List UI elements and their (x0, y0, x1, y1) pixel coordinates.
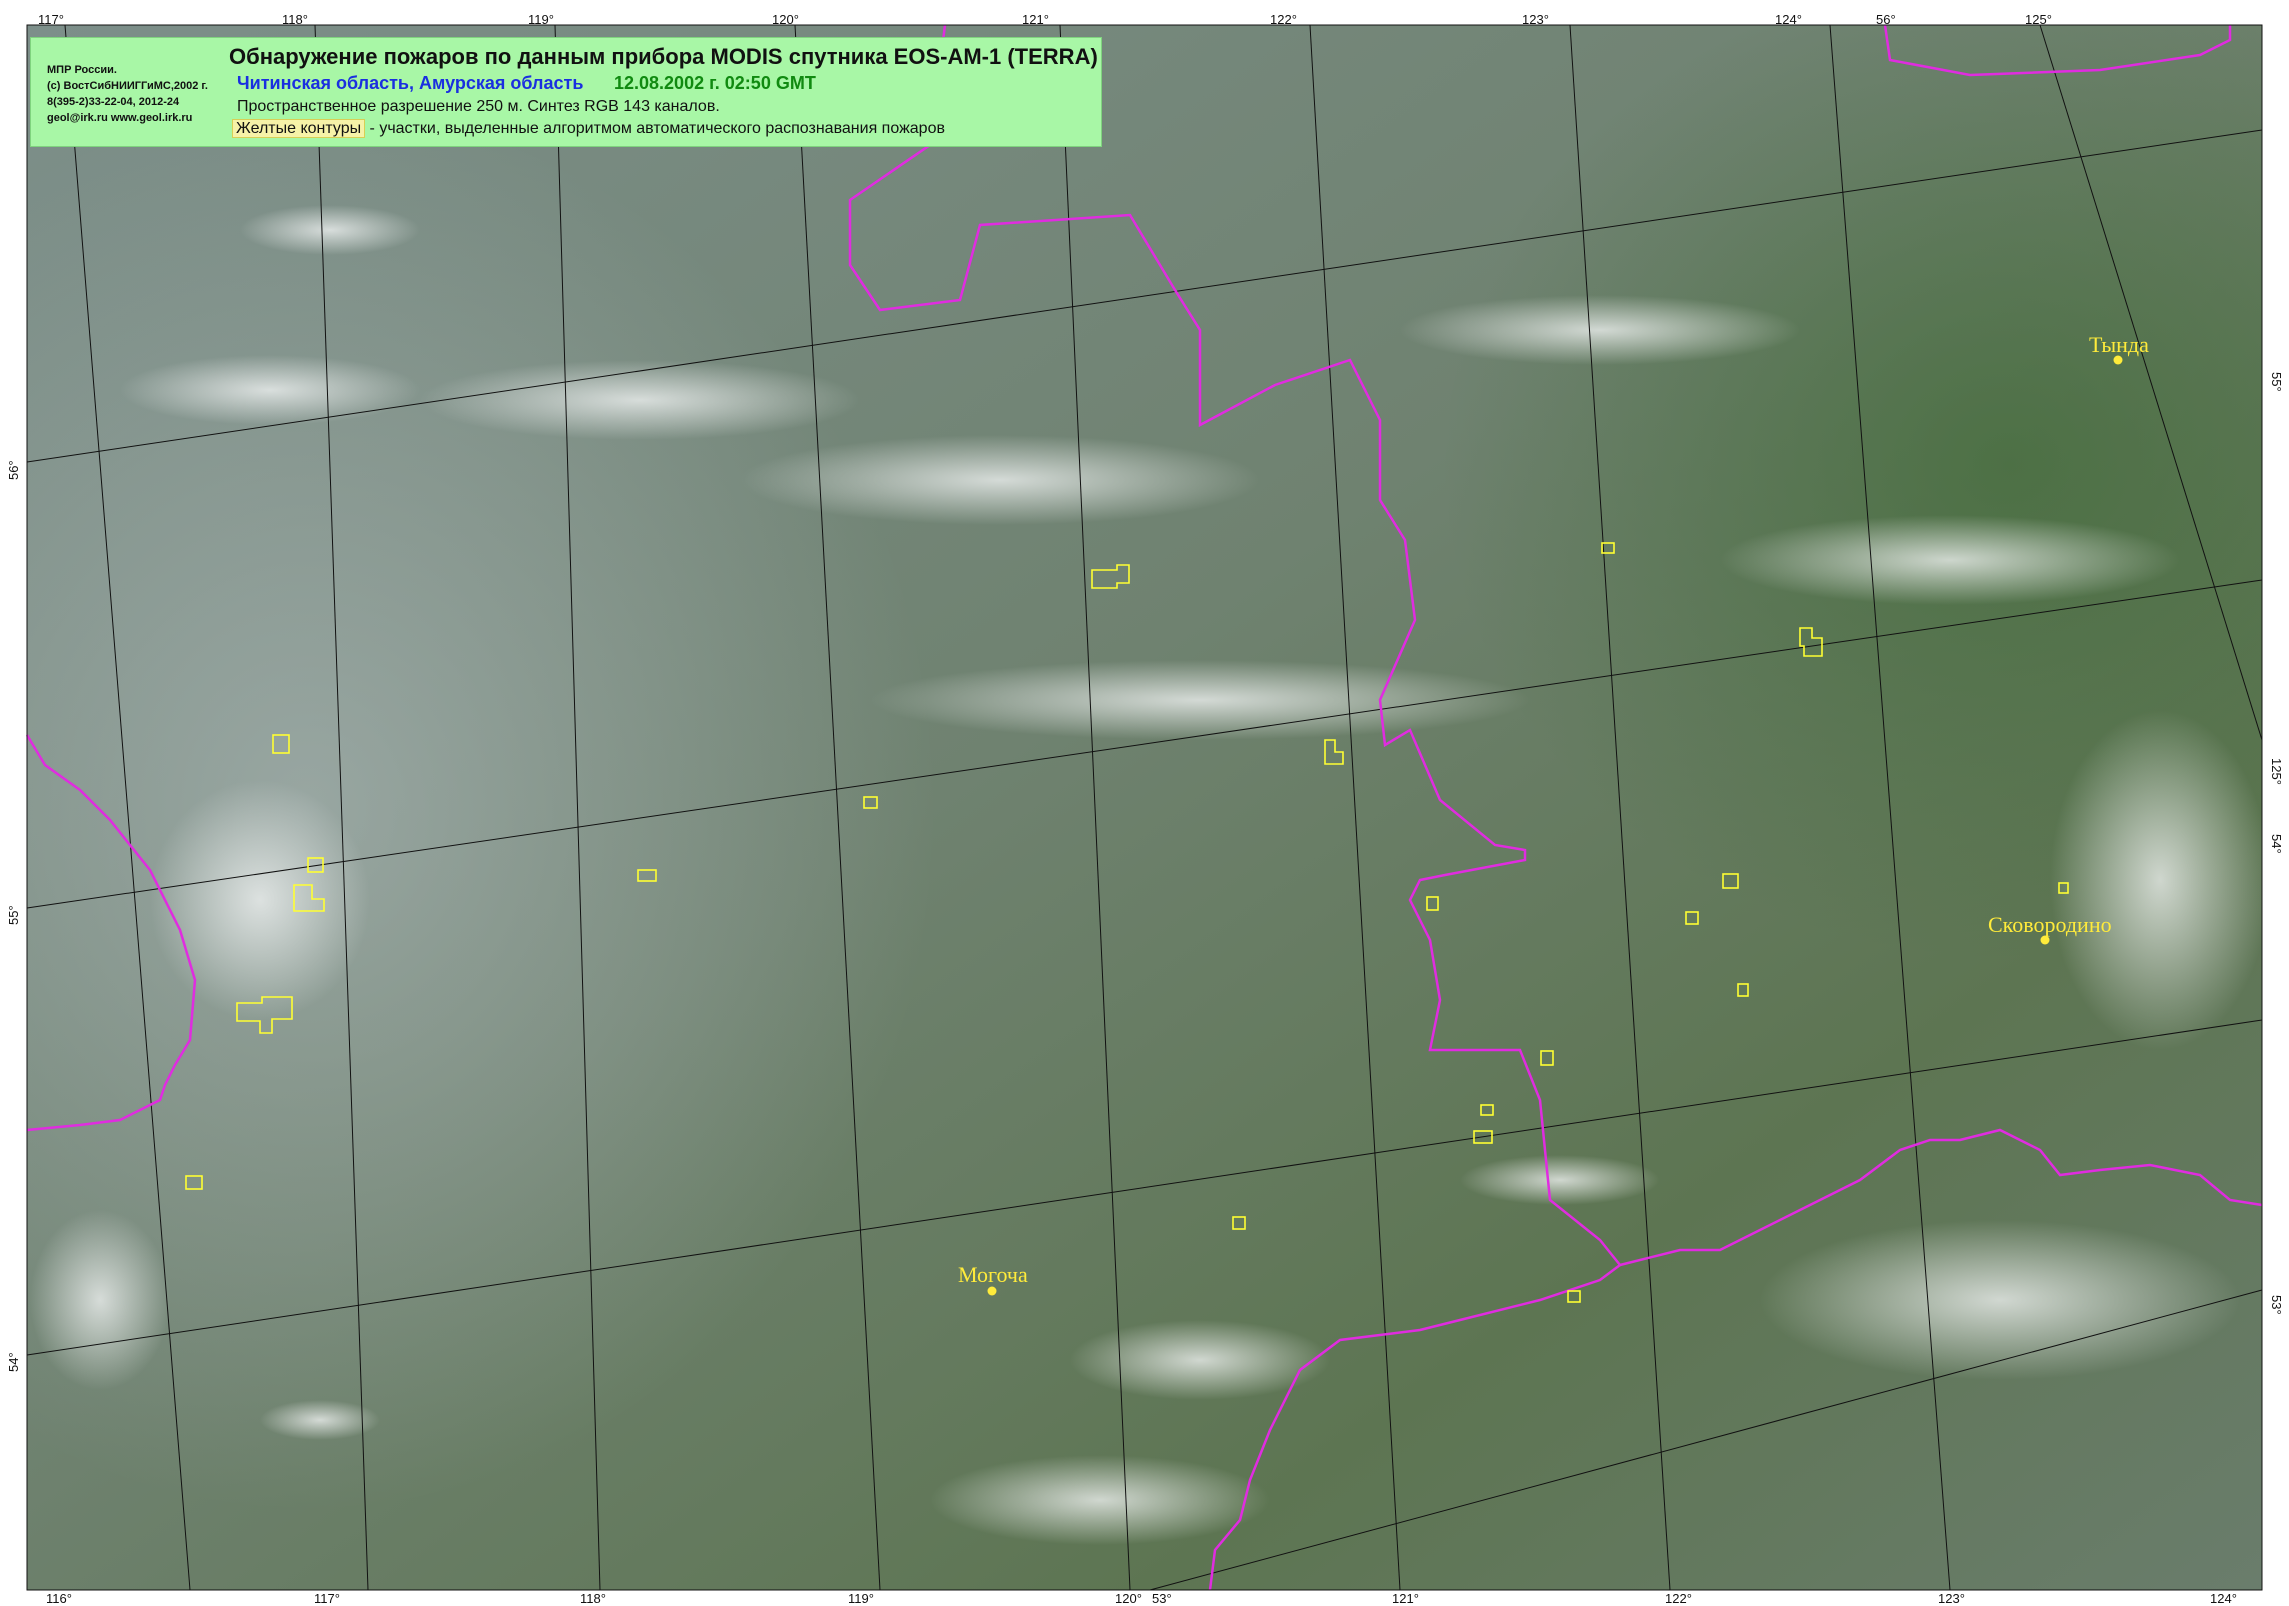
legend-title: Обнаружение пожаров по данным прибора MO… (229, 44, 1098, 69)
tick-left-55: 55° (6, 905, 21, 925)
town-mogocha: Могоча (958, 1262, 1028, 1287)
legend-contours: Желтые контуры - участки, выделенные алг… (232, 119, 945, 138)
town-skovorodino: Сковородино (1988, 912, 2112, 937)
tick-right-54: 54° (2269, 834, 2284, 854)
tick-top-121: 121° (1022, 12, 1049, 27)
tick-left-56: 56° (6, 460, 21, 480)
legend-region: Читинская область, Амурская область (237, 73, 584, 93)
org-line-2: (с) ВостСибНИИГГиМС,2002 г. (47, 80, 208, 92)
legend-panel: МПР России. (с) ВостСибНИИГГиМС,2002 г. … (30, 37, 1102, 147)
organization-info: МПР России. (с) ВостСибНИИГГиМС,2002 г. … (47, 62, 208, 126)
contours-text: - участки, выделенные алгоритмом автомат… (365, 120, 945, 137)
tick-top-56: 56° (1876, 12, 1896, 27)
tick-top-117: 117° (38, 12, 64, 27)
contours-label: Желтые контуры (232, 119, 366, 138)
tick-top-120: 120° (772, 12, 799, 27)
tick-top-122: 122° (1270, 12, 1297, 27)
satellite-map (25, 24, 2270, 1591)
legend-resolution: Пространственное разрешение 250 м. Синте… (237, 98, 720, 115)
legend-date: 12.08.2002 г. 02:50 GMT (614, 73, 816, 93)
tick-top-123: 123° (1522, 12, 1549, 27)
org-line-1: МПР России. (47, 64, 117, 76)
tick-top-118: 118° (282, 12, 308, 27)
tick-top-125: 125° (2025, 12, 2052, 27)
org-line-4: geol@irk.ru www.geol.irk.ru (47, 112, 193, 124)
tick-right-55: 55° (2269, 372, 2284, 392)
tick-top-119: 119° (528, 12, 554, 27)
tick-right-53: 53° (2269, 1295, 2284, 1315)
tick-left-54: 54° (6, 1352, 21, 1372)
town-tynda: Тында (2089, 332, 2149, 357)
tick-right-125: 125° (2269, 758, 2284, 785)
tick-top-124: 124° (1775, 12, 1802, 27)
org-line-3: 8(395-2)33-22-04, 2012-24 (47, 96, 180, 108)
